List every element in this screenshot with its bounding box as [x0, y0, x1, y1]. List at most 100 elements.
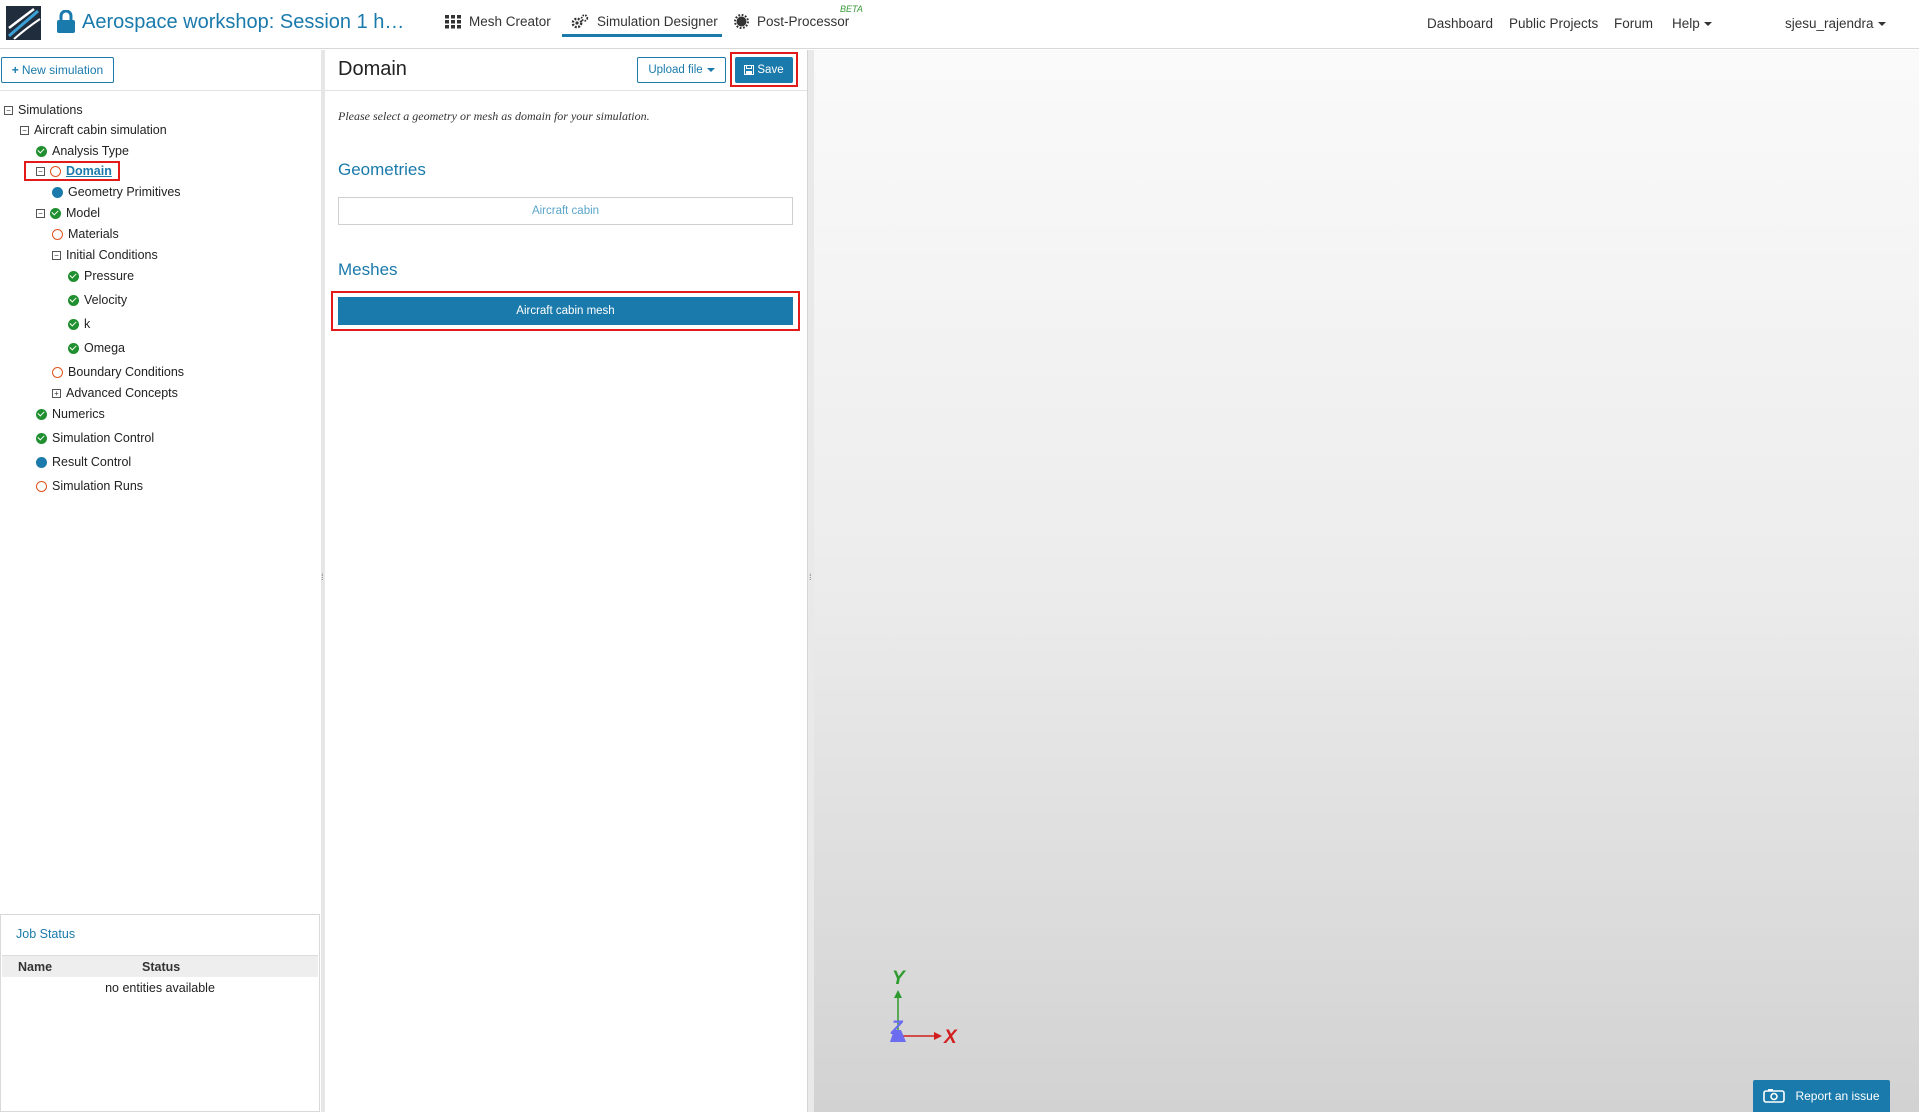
- camera-icon: [1763, 1089, 1786, 1103]
- tree-item-model[interactable]: − Model: [36, 204, 100, 222]
- 3d-viewer[interactable]: Y X Z Report an issue: [814, 50, 1919, 1112]
- empty-circle-icon: [36, 480, 47, 492]
- tree-label: Initial Conditions: [66, 248, 158, 262]
- instruction-text: Please select a geometry or mesh as doma…: [338, 109, 650, 123]
- filled-circle-icon: [52, 186, 63, 198]
- top-navbar: Aerospace workshop: Session 1 h… Mesh Cr…: [0, 0, 1919, 49]
- tree-label: Result Control: [52, 455, 132, 469]
- tree-label: Pressure: [84, 269, 135, 283]
- check-circle-icon: [68, 270, 79, 282]
- username: sjesu_rajendra: [1785, 16, 1874, 31]
- upload-file-label: Upload file: [648, 64, 703, 76]
- meshes-heading: Meshes: [338, 260, 398, 279]
- tree-item-simulation-runs[interactable]: Simulation Runs: [36, 477, 143, 495]
- check-circle-icon: [68, 342, 79, 354]
- collapse-icon[interactable]: −: [20, 125, 29, 135]
- grip-icon: ⁞: [321, 572, 324, 582]
- tree-item-materials[interactable]: Materials: [52, 225, 119, 243]
- tree-item-velocity[interactable]: Velocity: [68, 291, 127, 309]
- new-simulation-label: New simulation: [21, 63, 104, 77]
- tree-item-boundary-conditions[interactable]: Boundary Conditions: [52, 363, 184, 381]
- x-axis-arrow: [934, 1032, 942, 1040]
- floppy-disk-icon: [744, 65, 755, 75]
- tree-item-advanced-concepts[interactable]: + Advanced Concepts: [52, 384, 178, 402]
- chevron-down-icon: [1703, 22, 1712, 27]
- tree-item-aircraft-cabin-simulation[interactable]: − Aircraft cabin simulation: [20, 121, 167, 139]
- tree-item-numerics[interactable]: Numerics: [36, 405, 105, 423]
- tree-label: Numerics: [52, 407, 105, 421]
- tab-label: Post-Processor: [757, 14, 850, 29]
- check-circle-icon: [36, 432, 47, 444]
- tree-item-simulation-control[interactable]: Simulation Control: [36, 429, 154, 447]
- simscale-logo-icon[interactable]: [6, 6, 41, 40]
- chevron-down-icon: [1877, 22, 1886, 27]
- report-issue-label: Report an issue: [1795, 1089, 1880, 1103]
- axis-label-y: Y: [892, 968, 907, 989]
- help-label: Help: [1672, 16, 1700, 31]
- empty-circle-icon: [52, 366, 63, 378]
- nav-link-public-projects[interactable]: Public Projects: [1509, 16, 1598, 31]
- tree-label: Materials: [68, 227, 119, 241]
- tab-mesh-creator[interactable]: Mesh Creator: [445, 14, 551, 29]
- project-title[interactable]: Aerospace workshop: Session 1 h…: [82, 11, 404, 34]
- lock-icon: [57, 10, 75, 33]
- job-table-header: Name Status: [2, 955, 318, 977]
- tree-label: Velocity: [84, 293, 128, 307]
- mesh-item-aircraft-cabin-mesh[interactable]: Aircraft cabin mesh: [338, 297, 793, 325]
- tree-item-domain[interactable]: − Domain: [36, 162, 112, 180]
- geometry-item-aircraft-cabin[interactable]: Aircraft cabin: [338, 197, 793, 225]
- tree-label: Model: [66, 206, 101, 220]
- tree-label: Simulation Runs: [52, 479, 144, 493]
- page-title: Domain: [338, 58, 407, 80]
- nav-link-dashboard[interactable]: Dashboard: [1427, 16, 1493, 31]
- nav-link-forum[interactable]: Forum: [1614, 16, 1653, 31]
- gear-icon: [734, 14, 749, 29]
- tree-label: Aircraft cabin simulation: [34, 123, 167, 137]
- save-button[interactable]: Save: [735, 57, 793, 83]
- tree-label: Domain: [66, 164, 112, 178]
- chevron-down-icon: [706, 68, 715, 72]
- grid-icon: [445, 14, 461, 28]
- column-header-status[interactable]: Status: [142, 960, 180, 974]
- check-circle-icon: [36, 145, 47, 157]
- tree-item-omega[interactable]: Omega: [68, 339, 125, 357]
- tree-label: Simulations: [18, 103, 83, 117]
- collapse-icon[interactable]: −: [52, 250, 61, 260]
- axis-label-x: X: [943, 1027, 958, 1048]
- tree-label: Advanced Concepts: [66, 386, 178, 400]
- right-splitter-handle[interactable]: ⁞: [807, 50, 814, 1112]
- check-circle-icon: [36, 408, 47, 420]
- tree-label: Simulation Control: [52, 431, 155, 445]
- report-issue-button[interactable]: Report an issue: [1753, 1080, 1890, 1112]
- job-status-panel: Job Status Name Status no entities avail…: [0, 914, 320, 1112]
- tree-item-initial-conditions[interactable]: − Initial Conditions: [52, 246, 158, 264]
- collapse-icon[interactable]: −: [36, 166, 45, 176]
- tab-post-processor[interactable]: Post-Processor: [734, 14, 849, 29]
- axis-label-z: Z: [890, 1018, 904, 1039]
- tree-label: Boundary Conditions: [68, 365, 185, 379]
- save-label: Save: [757, 64, 784, 76]
- nav-help-dropdown[interactable]: Help: [1672, 16, 1712, 31]
- job-status-title: Job Status: [16, 927, 76, 941]
- upload-file-button[interactable]: Upload file: [637, 57, 726, 83]
- tree-item-geometry-primitives[interactable]: Geometry Primitives: [52, 183, 181, 201]
- geometries-heading: Geometries: [338, 160, 426, 179]
- tree-item-k[interactable]: k: [68, 315, 90, 333]
- tree-item-result-control[interactable]: Result Control: [36, 453, 131, 471]
- tree-label: Analysis Type: [52, 144, 129, 158]
- column-header-name[interactable]: Name: [18, 960, 52, 974]
- user-menu[interactable]: sjesu_rajendra: [1785, 16, 1886, 31]
- empty-circle-icon: [50, 165, 61, 177]
- tree-item-simulations[interactable]: − Simulations: [4, 101, 83, 119]
- plus-icon: +: [11, 63, 19, 77]
- collapse-icon[interactable]: −: [36, 208, 45, 218]
- collapse-icon[interactable]: −: [4, 105, 13, 115]
- tree-item-pressure[interactable]: Pressure: [68, 267, 134, 285]
- tab-simulation-designer[interactable]: Simulation Designer: [571, 14, 718, 29]
- expand-icon[interactable]: +: [52, 388, 61, 398]
- tree-item-analysis-type[interactable]: Analysis Type: [36, 142, 129, 160]
- check-circle-icon: [50, 207, 61, 219]
- divider: [325, 90, 807, 91]
- tree-label: Omega: [84, 341, 125, 355]
- new-simulation-button[interactable]: + New simulation: [1, 57, 114, 83]
